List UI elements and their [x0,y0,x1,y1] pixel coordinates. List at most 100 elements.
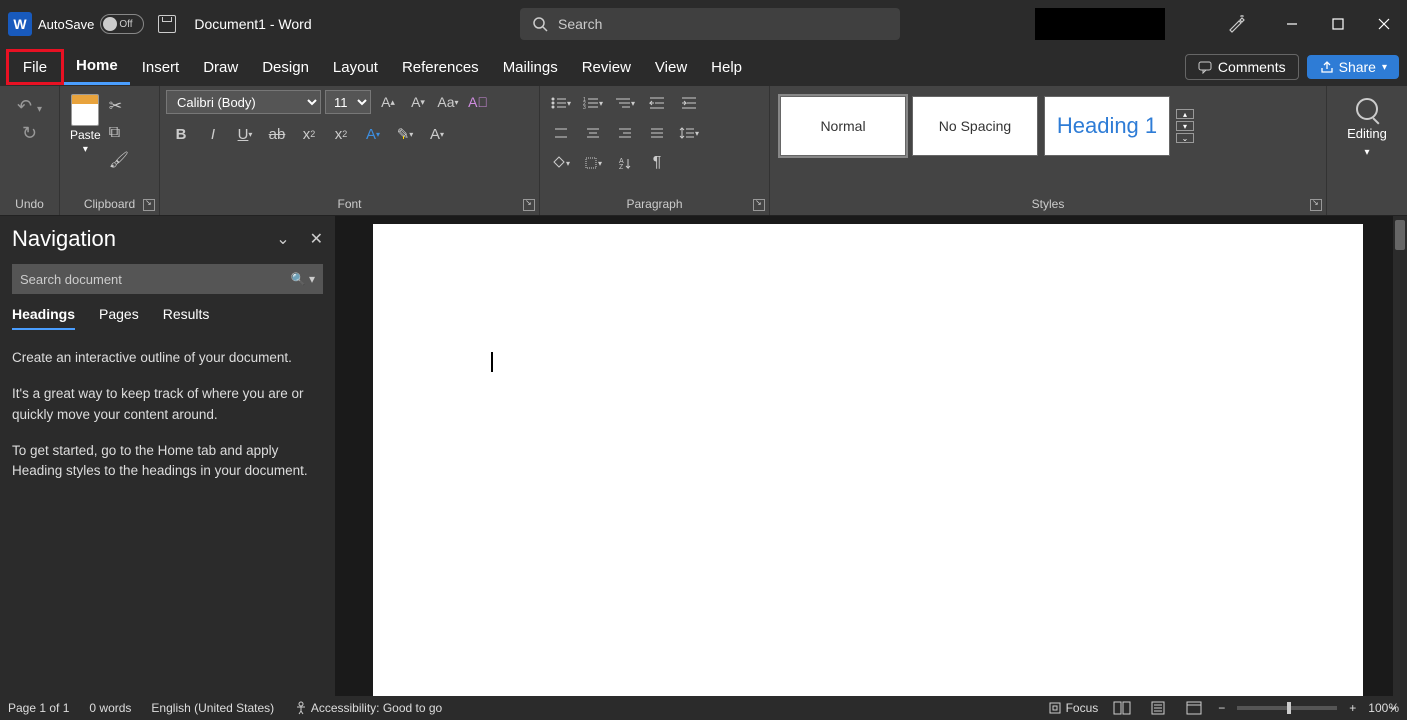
tab-draw[interactable]: Draw [191,49,250,85]
format-painter-button[interactable]: 🖌 [109,150,129,170]
toggle-knob [103,17,117,31]
search-box[interactable]: Search [520,8,900,40]
increase-indent-button[interactable] [674,90,704,116]
paste-icon [71,94,99,126]
tab-review[interactable]: Review [570,49,643,85]
nav-chevron-down-icon[interactable]: ⌄ [276,229,289,249]
font-name-select[interactable]: Calibri (Body) [166,90,321,114]
window-controls [1213,0,1407,48]
font-launcher[interactable] [523,199,535,211]
sort-button[interactable]: AZ [610,150,640,176]
show-marks-button[interactable]: ¶ [642,150,672,176]
tab-insert[interactable]: Insert [130,49,192,85]
style-heading-1[interactable]: Heading 1 [1044,96,1170,156]
font-color-button[interactable]: A▾ [422,120,452,148]
align-left-button[interactable] [546,120,576,146]
nav-tab-results[interactable]: Results [163,306,210,330]
autosave-switch[interactable]: Off [100,14,144,34]
clipboard-launcher[interactable] [143,199,155,211]
paragraph-launcher[interactable] [753,199,765,211]
styles-launcher[interactable] [1310,199,1322,211]
superscript-button[interactable]: x2 [326,120,356,148]
share-button[interactable]: Share ▾ [1307,55,1399,79]
tab-design[interactable]: Design [250,49,321,85]
file-label: File [23,59,47,76]
ribbon-collapse-button[interactable]: ⌄ [1387,697,1399,714]
tab-layout[interactable]: Layout [321,49,390,85]
tab-mailings[interactable]: Mailings [491,49,570,85]
paragraph-group: ▾ 123▾ ▾ ▾ ▾ ▾ AZ ¶ Paragraph [540,86,770,215]
nav-search-box[interactable]: 🔍 ▾ [12,264,323,294]
find-icon[interactable] [1356,98,1378,120]
redo-button[interactable]: ↻ [22,123,37,144]
save-icon[interactable] [158,15,176,33]
read-mode-button[interactable] [1110,699,1134,717]
clear-formatting-button[interactable]: A⃠ [465,90,491,114]
copy-button[interactable]: ⧉ [109,124,129,142]
font-size-select[interactable]: 11 [325,90,371,114]
subscript-button[interactable]: x2 [294,120,324,148]
shading-button[interactable]: ▾ [546,150,576,176]
text-effects-button[interactable]: A▾ [358,120,388,148]
coming-soon-icon[interactable] [1213,8,1259,40]
align-right-button[interactable] [610,120,640,146]
clipboard-group: Paste ▾ ✂ ⧉ 🖌 Clipboard [60,86,160,215]
bullets-button[interactable]: ▾ [546,90,576,116]
numbering-button[interactable]: 123▾ [578,90,608,116]
shrink-font-button[interactable]: A▾ [405,90,431,114]
nav-title: Navigation [12,226,116,252]
nav-search-icon[interactable]: 🔍 ▾ [291,272,315,286]
print-layout-button[interactable] [1146,699,1170,717]
borders-button[interactable]: ▾ [578,150,608,176]
justify-button[interactable] [642,120,672,146]
decrease-indent-button[interactable] [642,90,672,116]
italic-button[interactable]: I [198,120,228,148]
multilevel-list-button[interactable]: ▾ [610,90,640,116]
styles-gallery-more[interactable]: ▴▾⌄ [1176,109,1194,143]
grow-font-button[interactable]: A▴ [375,90,401,114]
zoom-in-button[interactable]: + [1349,701,1356,715]
nav-tab-pages[interactable]: Pages [99,306,139,330]
nav-help-text: It's a great way to keep track of where … [12,384,323,425]
bold-button[interactable]: B [166,120,196,148]
cut-button[interactable]: ✂ [109,96,129,116]
style-normal[interactable]: Normal [780,96,906,156]
styles-group-label: Styles [776,195,1320,213]
undo-button[interactable]: ↶ ▾ [17,96,42,117]
style-no-spacing[interactable]: No Spacing [912,96,1038,156]
comments-button[interactable]: Comments [1185,54,1299,80]
zoom-slider[interactable] [1237,706,1337,710]
tab-home[interactable]: Home [64,49,130,85]
close-button[interactable] [1361,8,1407,40]
autosave-toggle[interactable]: AutoSave Off [38,14,144,34]
underline-button[interactable]: U▾ [230,120,260,148]
align-center-button[interactable] [578,120,608,146]
strikethrough-button[interactable]: ab [262,120,292,148]
nav-search-input[interactable] [20,272,291,287]
change-case-button[interactable]: Aa▾ [435,90,461,114]
line-spacing-button[interactable]: ▾ [674,120,704,146]
nav-close-button[interactable]: ✕ [310,229,323,249]
chevron-down-icon[interactable]: ▾ [1364,147,1369,158]
web-layout-button[interactable] [1182,699,1206,717]
highlight-button[interactable]: ✎▾ [390,120,420,148]
zoom-out-button[interactable]: − [1218,701,1225,715]
tab-view[interactable]: View [643,49,699,85]
maximize-button[interactable] [1315,8,1361,40]
document-page[interactable] [373,224,1363,696]
file-tab[interactable]: File [6,49,64,85]
paste-button[interactable]: Paste ▾ [66,90,105,195]
word-count[interactable]: 0 words [89,701,131,715]
undo-group-label: Undo [6,195,53,213]
nav-tab-headings[interactable]: Headings [12,306,75,330]
share-icon [1319,60,1333,74]
language-indicator[interactable]: English (United States) [151,701,274,715]
vertical-scrollbar[interactable] [1393,216,1407,696]
tab-help[interactable]: Help [699,49,754,85]
minimize-button[interactable] [1269,8,1315,40]
scrollbar-thumb[interactable] [1395,220,1405,250]
tab-references[interactable]: References [390,49,491,85]
accessibility-status[interactable]: Accessibility: Good to go [294,701,442,716]
page-indicator[interactable]: Page 1 of 1 [8,701,69,715]
focus-mode-button[interactable]: Focus [1048,701,1098,716]
